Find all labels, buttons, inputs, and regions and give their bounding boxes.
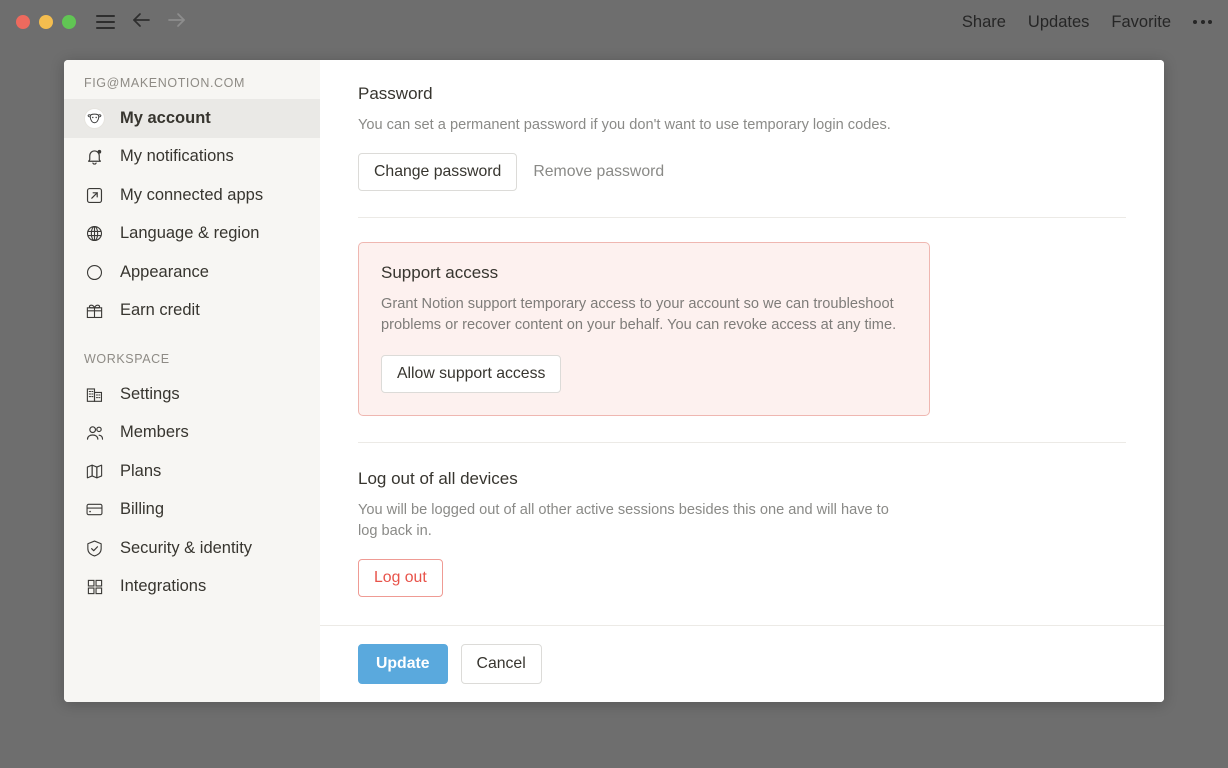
password-section: Password You can set a permanent passwor… <box>358 84 1126 191</box>
grid-icon <box>84 576 105 597</box>
sidebar-item-plans[interactable]: Plans <box>64 452 320 491</box>
logout-all-title: Log out of all devices <box>358 469 1126 489</box>
settings-content: Password You can set a permanent passwor… <box>320 60 1164 702</box>
external-link-icon <box>84 185 105 206</box>
change-password-button[interactable]: Change password <box>358 153 517 191</box>
bell-icon <box>84 146 105 167</box>
password-description: You can set a permanent password if you … <box>358 115 906 136</box>
support-access-title: Support access <box>381 263 907 283</box>
sidebar-item-my-notifications[interactable]: My notifications <box>64 138 320 177</box>
section-divider <box>358 217 1126 218</box>
minimize-window-button[interactable] <box>39 15 53 29</box>
updates-button[interactable]: Updates <box>1028 13 1089 32</box>
sidebar-item-integrations[interactable]: Integrations <box>64 568 320 607</box>
favorite-button[interactable]: Favorite <box>1111 13 1171 32</box>
sidebar-item-my-account[interactable]: My account <box>64 99 320 138</box>
logout-all-actions: Log out <box>358 559 1126 597</box>
cancel-button[interactable]: Cancel <box>461 644 542 684</box>
arrow-right-icon[interactable] <box>166 11 188 34</box>
sidebar-item-language-region[interactable]: Language & region <box>64 215 320 254</box>
shield-check-icon <box>84 538 105 559</box>
close-window-button[interactable] <box>16 15 30 29</box>
sidebar-item-label: Security & identity <box>120 539 252 558</box>
ellipsis-icon[interactable] <box>1193 16 1212 28</box>
sidebar-item-label: My notifications <box>120 147 234 166</box>
sidebar-item-label: Language & region <box>120 224 259 243</box>
sidebar-item-label: Integrations <box>120 577 206 596</box>
sidebar-item-my-connected-apps[interactable]: My connected apps <box>64 176 320 215</box>
share-button[interactable]: Share <box>962 13 1006 32</box>
gift-icon <box>84 300 105 321</box>
arrow-left-icon[interactable] <box>130 11 152 34</box>
sidebar-workspace-header: WORKSPACE <box>64 330 320 375</box>
settings-sidebar: FIG@MAKENOTION.COM My account <box>64 60 320 702</box>
window-controls <box>16 15 76 29</box>
sidebar-item-label: Members <box>120 423 189 442</box>
sidebar-item-billing[interactable]: Billing <box>64 491 320 530</box>
avatar-goat-icon <box>84 108 105 129</box>
logout-all-description: You will be logged out of all other acti… <box>358 500 906 542</box>
settings-window: FIG@MAKENOTION.COM My account <box>64 60 1164 702</box>
support-access-actions: Allow support access <box>381 355 907 393</box>
window-titlebar: Share Updates Favorite <box>0 0 1228 44</box>
sidebar-item-earn-credit[interactable]: Earn credit <box>64 292 320 331</box>
sidebar-item-settings[interactable]: Settings <box>64 375 320 414</box>
settings-footer: Update Cancel <box>320 625 1164 702</box>
sidebar-item-security-identity[interactable]: Security & identity <box>64 529 320 568</box>
support-access-description: Grant Notion support temporary access to… <box>381 294 901 336</box>
sidebar-item-label: Settings <box>120 385 180 404</box>
people-icon <box>84 422 105 443</box>
titlebar-actions: Share Updates Favorite <box>962 13 1212 32</box>
allow-support-access-button[interactable]: Allow support access <box>381 355 561 393</box>
sidebar-item-label: Billing <box>120 500 164 519</box>
moon-icon <box>84 262 105 283</box>
sidebar-item-label: My account <box>120 109 211 128</box>
settings-scroll-area[interactable]: Password You can set a permanent passwor… <box>320 60 1164 625</box>
maximize-window-button[interactable] <box>62 15 76 29</box>
remove-password-button[interactable]: Remove password <box>533 163 664 181</box>
sidebar-item-label: Plans <box>120 462 161 481</box>
update-button[interactable]: Update <box>358 644 448 684</box>
log-out-button[interactable]: Log out <box>358 559 443 597</box>
password-title: Password <box>358 84 1126 104</box>
navigation-arrows <box>130 11 188 34</box>
building-icon <box>84 384 105 405</box>
map-icon <box>84 461 105 482</box>
password-actions: Change password Remove password <box>358 153 1126 191</box>
support-access-card: Support access Grant Notion support temp… <box>358 242 930 416</box>
sidebar-item-label: Earn credit <box>120 301 200 320</box>
sidebar-item-appearance[interactable]: Appearance <box>64 253 320 292</box>
hamburger-icon[interactable] <box>94 11 116 33</box>
section-divider <box>358 442 1126 443</box>
credit-card-icon <box>84 499 105 520</box>
sidebar-item-label: My connected apps <box>120 186 263 205</box>
sidebar-item-label: Appearance <box>120 263 209 282</box>
sidebar-item-members[interactable]: Members <box>64 414 320 453</box>
sidebar-account-header: FIG@MAKENOTION.COM <box>64 76 320 99</box>
logout-all-devices-section: Log out of all devices You will be logge… <box>358 469 1126 597</box>
globe-icon <box>84 223 105 244</box>
